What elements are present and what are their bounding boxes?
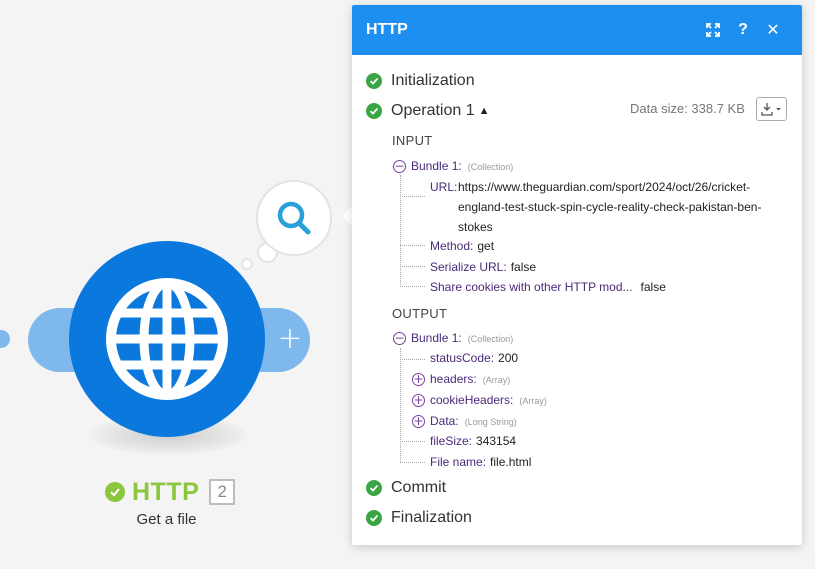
panel-title: HTTP — [366, 21, 408, 38]
scenario-canvas: + HTTP 2 Get a file HTTP ? ✕ Initializat… — [0, 0, 815, 569]
download-button[interactable] — [756, 97, 787, 121]
phase-label: Commit — [391, 479, 447, 496]
expand-toggle-icon[interactable]: + — [412, 415, 425, 428]
input-method-row: Method: get — [430, 239, 495, 253]
execution-inspector-panel: HTTP ? ✕ Initialization Operation 1 ▲ Da… — [352, 5, 802, 545]
output-section-label: OUTPUT — [392, 306, 448, 321]
add-module-plus-icon[interactable]: + — [272, 322, 308, 358]
tree-branch — [400, 196, 425, 197]
phase-finalization[interactable]: Finalization — [366, 506, 472, 530]
tree-branch — [400, 441, 425, 442]
module-id-badge: 2 — [209, 479, 236, 505]
help-icon[interactable]: ? — [728, 15, 758, 45]
output-headers-row[interactable]: headers: (Array) — [430, 369, 510, 390]
data-size-label: Data size: 338.7 KB — [630, 101, 745, 116]
phase-label: Operation 1 — [391, 102, 475, 119]
output-filesize-row: fileSize: 343154 — [430, 434, 517, 448]
module-subtitle: Get a file — [136, 511, 197, 528]
check-icon — [366, 73, 382, 89]
input-url-value: https://www.theguardian.com/sport/2024/o… — [458, 180, 762, 234]
collapse-caret-icon[interactable]: ▲ — [479, 105, 490, 117]
check-icon — [366, 510, 382, 526]
tree-line — [400, 175, 401, 287]
module-title-row: HTTP 2 — [105, 478, 236, 507]
magnifier-icon[interactable] — [273, 197, 315, 239]
incoming-connection-dot[interactable] — [0, 330, 10, 348]
input-cookies-row: Share cookies with other HTTP mod... fals… — [430, 280, 666, 294]
tree-branch — [400, 245, 425, 246]
download-icon — [760, 103, 781, 116]
output-status-row: statusCode: 200 — [430, 351, 519, 365]
phase-label: Finalization — [391, 509, 472, 526]
input-bundle-row: Bundle 1: (Collection) — [411, 159, 514, 173]
phase-commit[interactable]: Commit — [366, 476, 446, 500]
close-icon[interactable]: ✕ — [758, 15, 788, 45]
expand-toggle-icon[interactable]: + — [412, 394, 425, 407]
tree-branch — [400, 286, 425, 287]
input-serialize-row: Serialize URL: false — [430, 260, 537, 274]
success-check-icon — [105, 482, 125, 502]
input-section-label: INPUT — [392, 133, 433, 148]
globe-icon — [106, 278, 228, 400]
collapse-toggle-icon[interactable]: − — [393, 332, 406, 345]
check-icon — [366, 103, 382, 119]
expand-icon[interactable] — [698, 15, 728, 45]
output-cookieheaders-row[interactable]: cookieHeaders: (Array) — [430, 390, 547, 411]
tree-branch — [400, 266, 425, 267]
phase-operation[interactable]: Operation 1 ▲ — [366, 99, 490, 123]
module-name[interactable]: HTTP — [132, 478, 199, 507]
bubble-small — [241, 258, 253, 270]
tree-branch — [400, 359, 425, 360]
input-url-key: URL: — [430, 180, 458, 194]
phase-initialization[interactable]: Initialization — [366, 69, 475, 93]
expand-toggle-icon[interactable]: + — [412, 373, 425, 386]
output-bundle-row: Bundle 1: (Collection) — [411, 331, 514, 345]
output-filename-row: File name: file.html — [430, 455, 532, 469]
tree-line — [400, 348, 401, 462]
panel-header: HTTP ? ✕ — [352, 5, 802, 55]
output-data-row[interactable]: Data: (Long String) — [430, 411, 517, 432]
tree-branch — [400, 462, 425, 463]
phase-label: Initialization — [391, 72, 475, 89]
collapse-toggle-icon[interactable]: − — [393, 160, 406, 173]
panel-pointer — [342, 206, 352, 226]
check-icon — [366, 480, 382, 496]
